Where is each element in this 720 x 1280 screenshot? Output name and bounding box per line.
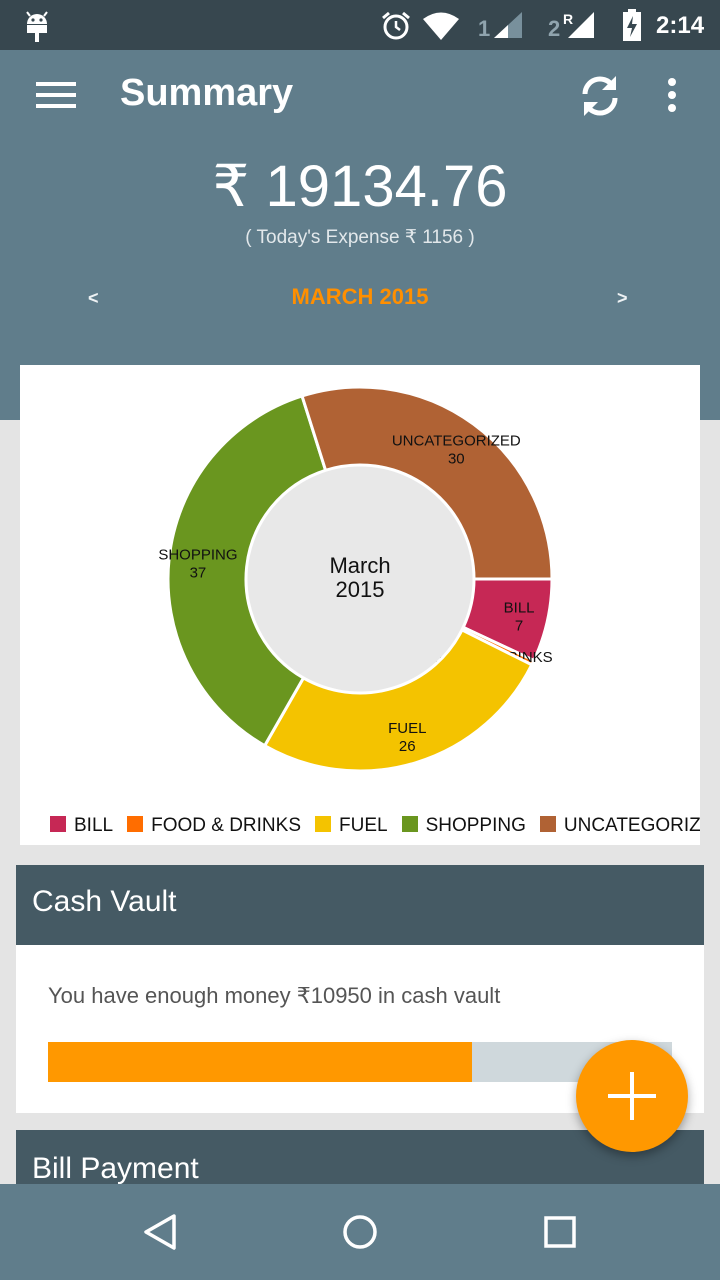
slice-label-value: 37 xyxy=(190,565,207,582)
slice-label-value: 26 xyxy=(399,738,416,755)
legend-swatch xyxy=(50,816,66,832)
slice-label-name: FUEL xyxy=(388,720,426,737)
refresh-icon[interactable] xyxy=(576,72,624,120)
alarm-icon xyxy=(382,11,410,40)
status-bar: 1 2 R 2:14 xyxy=(0,0,720,50)
cash-vault-message: You have enough money ₹10950 in cash vau… xyxy=(48,983,501,1008)
legend-item: UNCATEGORIZED xyxy=(539,815,700,837)
expense-donut-chart[interactable]: BILL7FOOD & DRINKS0FUEL26SHOPPING37UNCAT… xyxy=(20,365,700,805)
menu-icon[interactable] xyxy=(36,82,76,112)
legend-swatch xyxy=(401,816,418,832)
slice-label-name: SHOPPING xyxy=(158,547,237,564)
page-title: Summary xyxy=(120,72,294,114)
svg-text:2: 2 xyxy=(548,16,560,40)
bill-payment-title: Bill Payment xyxy=(32,1152,199,1185)
svg-text:R: R xyxy=(563,11,573,27)
today-expense: ( Today's Expense ₹ 1156 ) xyxy=(245,227,475,248)
cash-vault-header[interactable]: Cash Vault xyxy=(16,865,704,945)
signal-2-icon: 2 R xyxy=(548,11,594,40)
slice-label-value: 30 xyxy=(448,450,465,467)
slice-label-value: 7 xyxy=(515,617,523,634)
legend-label: UNCATEGORIZED xyxy=(563,815,700,836)
cash-vault-title: Cash Vault xyxy=(32,885,177,918)
battery-charging-icon xyxy=(623,9,641,41)
signal-1-icon: 1 xyxy=(478,12,522,40)
donut-center-month: March xyxy=(329,553,390,578)
legend-swatch xyxy=(539,816,556,832)
total-amount: ₹ 19134.76 xyxy=(212,154,508,219)
system-nav-bar xyxy=(0,1184,720,1280)
legend-swatch xyxy=(127,816,144,832)
expense-chart-card: BILL7FOOD & DRINKS0FUEL26SHOPPING37UNCAT… xyxy=(20,365,700,845)
add-button[interactable] xyxy=(576,1040,688,1152)
svg-text:1: 1 xyxy=(478,16,490,40)
legend-swatch xyxy=(315,816,331,832)
back-icon[interactable] xyxy=(140,1212,180,1252)
cash-vault-progress-fill xyxy=(48,1042,473,1082)
more-vert-icon[interactable] xyxy=(660,78,684,114)
home-icon[interactable] xyxy=(340,1212,380,1252)
legend-item: FOOD & DRINKS xyxy=(127,815,301,837)
add-icon xyxy=(608,1072,656,1120)
wifi-icon xyxy=(423,12,459,40)
chart-legend: BILL FOOD & DRINKS FUEL SHOPPING UNCATEGORIZ… xyxy=(50,815,700,839)
donut-center-year: 2015 xyxy=(336,577,385,602)
legend-item: BILL xyxy=(50,815,113,837)
slice-label-name: UNCATEGORIZED xyxy=(392,432,521,449)
legend-label: BILL xyxy=(74,815,114,836)
legend-item: FUEL xyxy=(315,815,388,837)
legend-label: FOOD & DRINKS xyxy=(151,815,301,836)
slice-label-name: BILL xyxy=(504,599,535,616)
recent-apps-icon[interactable] xyxy=(540,1212,580,1252)
legend-label: SHOPPING xyxy=(425,815,526,836)
next-month-button[interactable]: > xyxy=(617,288,628,309)
month-label: MARCH 2015 xyxy=(291,284,429,309)
legend-item: SHOPPING xyxy=(401,815,526,837)
status-time: 2:14 xyxy=(656,12,705,39)
legend-label: FUEL xyxy=(339,815,388,836)
android-icon xyxy=(26,11,48,42)
